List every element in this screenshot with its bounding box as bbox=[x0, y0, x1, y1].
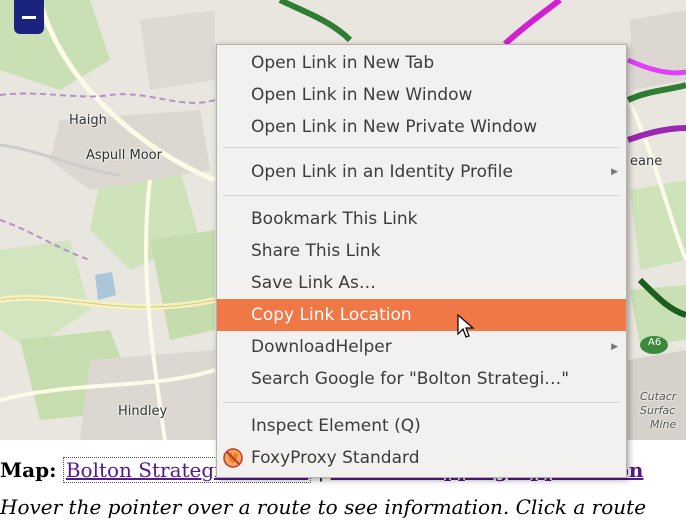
menu-item-label: Open Link in New Tab bbox=[251, 53, 435, 73]
place-label-haigh: Haigh bbox=[69, 113, 107, 128]
menu-item-foxyproxy[interactable]: FoxyProxy Standard bbox=[217, 442, 626, 474]
road-number-label: A6 bbox=[648, 337, 662, 348]
minus-icon bbox=[22, 15, 36, 19]
menu-item-label: Inspect Element (Q) bbox=[251, 416, 421, 436]
menu-item-copy-link-location[interactable]: Copy Link Location bbox=[217, 299, 626, 331]
menu-item-label: Save Link As… bbox=[251, 273, 376, 293]
menu-item-label: Share This Link bbox=[251, 241, 381, 261]
menu-item-label: Copy Link Location bbox=[251, 305, 412, 325]
zoom-out-button[interactable] bbox=[14, 0, 44, 34]
place-label-deane: eane bbox=[630, 154, 663, 169]
menu-item-open-new-window[interactable]: Open Link in New Window bbox=[217, 79, 626, 111]
foxyproxy-icon bbox=[223, 448, 243, 468]
menu-item-share-link[interactable]: Share This Link bbox=[217, 235, 626, 267]
map-label: Map: bbox=[0, 458, 57, 482]
menu-item-label: Open Link in New Private Window bbox=[251, 117, 538, 137]
menu-separator bbox=[223, 402, 620, 403]
menu-item-label: Search Google for "Bolton Strategi…" bbox=[251, 369, 570, 389]
menu-item-downloadhelper[interactable]: DownloadHelper ▶ bbox=[217, 331, 626, 363]
menu-item-identity-profile[interactable]: Open Link in an Identity Profile ▶ bbox=[217, 156, 626, 188]
hover-instructions: Hover the pointer over a route to see in… bbox=[0, 495, 647, 519]
menu-item-search-google[interactable]: Search Google for "Bolton Strategi…" bbox=[217, 363, 626, 395]
menu-item-bookmark-link[interactable]: Bookmark This Link bbox=[217, 203, 626, 235]
submenu-arrow-icon: ▶ bbox=[611, 167, 618, 177]
menu-separator bbox=[223, 195, 620, 196]
menu-item-save-link-as[interactable]: Save Link As… bbox=[217, 267, 626, 299]
menu-item-inspect-element[interactable]: Inspect Element (Q) bbox=[217, 410, 626, 442]
place-label-surface: Surfac bbox=[640, 404, 676, 417]
place-label-hindley: Hindley bbox=[118, 404, 168, 419]
mouse-pointer-icon bbox=[457, 314, 475, 338]
place-label-cutacre: Cutacr bbox=[640, 390, 677, 403]
menu-item-label: Bookmark This Link bbox=[251, 209, 418, 229]
menu-item-label: FoxyProxy Standard bbox=[251, 448, 420, 468]
menu-item-label: Open Link in an Identity Profile bbox=[251, 162, 513, 182]
menu-item-label: Open Link in New Window bbox=[251, 85, 473, 105]
submenu-arrow-icon: ▶ bbox=[611, 342, 618, 352]
context-menu: Open Link in New Tab Open Link in New Wi… bbox=[216, 44, 627, 478]
place-label-mine: Mine bbox=[650, 418, 677, 431]
menu-separator bbox=[223, 147, 620, 148]
menu-item-open-new-tab[interactable]: Open Link in New Tab bbox=[217, 47, 626, 79]
place-label-aspull-moor: Aspull Moor bbox=[86, 148, 162, 163]
menu-item-label: DownloadHelper bbox=[251, 337, 392, 357]
menu-item-open-private-window[interactable]: Open Link in New Private Window bbox=[217, 111, 626, 143]
